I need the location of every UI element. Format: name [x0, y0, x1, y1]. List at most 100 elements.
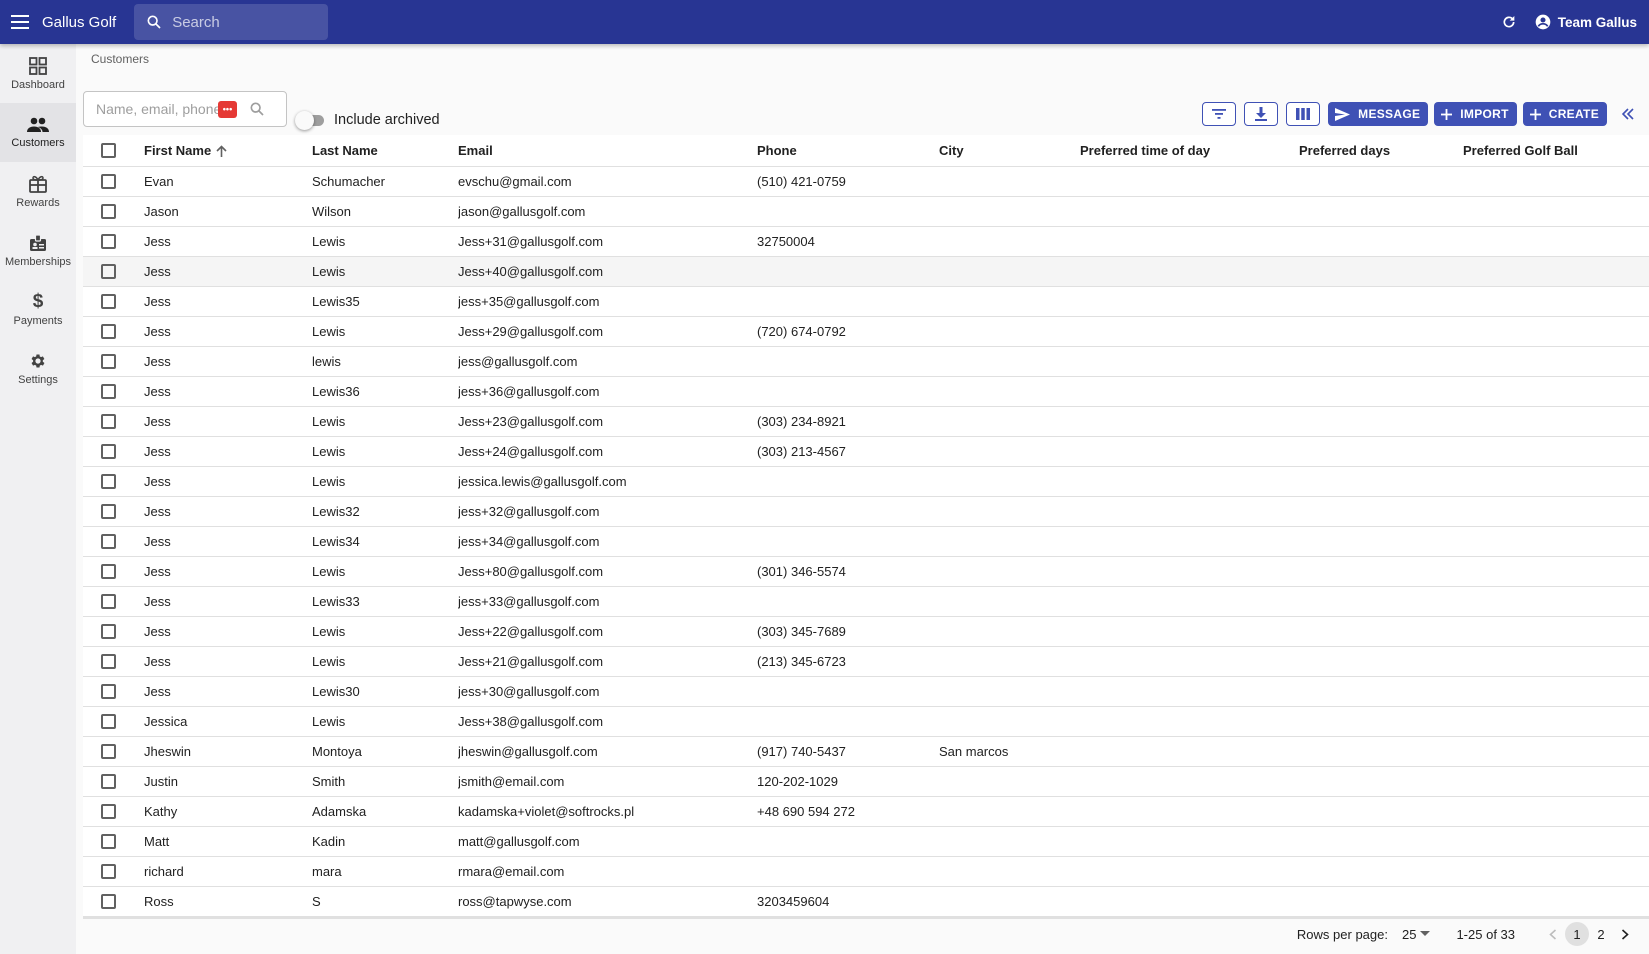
- table-row[interactable]: Jess Lewis33 jess+33@gallusgolf.com: [83, 586, 1649, 617]
- table-row[interactable]: Jess lewis jess@gallusgolf.com: [83, 346, 1649, 377]
- refresh-button[interactable]: [1493, 6, 1525, 38]
- column-header-email[interactable]: Email: [458, 135, 757, 167]
- page-button-1[interactable]: 1: [1565, 922, 1589, 946]
- sidebar-item-customers[interactable]: Customers: [0, 103, 76, 162]
- collapse-panel-button[interactable]: [1617, 102, 1639, 126]
- table-row[interactable]: Jess Lewis32 jess+32@gallusgolf.com: [83, 496, 1649, 527]
- row-checkbox[interactable]: [101, 204, 116, 220]
- search-input[interactable]: [172, 13, 313, 31]
- row-checkbox[interactable]: [101, 804, 116, 820]
- preferred-golf-ball-cell: [1463, 256, 1649, 287]
- sidebar-item-memberships[interactable]: Memberships: [0, 221, 76, 280]
- table-row[interactable]: Jess Lewis Jess+21@gallusgolf.com (213) 345…: [83, 646, 1649, 677]
- select-all-checkbox[interactable]: [101, 143, 116, 159]
- message-button[interactable]: MESSAGE: [1328, 102, 1429, 126]
- rows-per-page-select[interactable]: 25: [1401, 926, 1431, 942]
- row-checkbox[interactable]: [101, 264, 116, 280]
- row-checkbox[interactable]: [101, 174, 116, 190]
- row-checkbox[interactable]: [101, 354, 116, 370]
- page-button-2[interactable]: 2: [1589, 922, 1613, 946]
- table-row[interactable]: Jess Lewis Jess+23@gallusgolf.com (303) 234…: [83, 406, 1649, 437]
- last-name-cell: mara: [312, 856, 458, 887]
- row-checkbox[interactable]: [101, 444, 116, 460]
- columns-button[interactable]: [1286, 102, 1321, 126]
- row-checkbox[interactable]: [101, 324, 116, 340]
- table-row[interactable]: Kathy Adamska kadamska+violet@softrocks.pl…: [83, 796, 1649, 827]
- table-row[interactable]: Ross Sross@tapwyse.com 3203459604: [83, 886, 1649, 917]
- table-row[interactable]: Jess Lewis Jess+31@gallusgolf.com 32750004: [83, 226, 1649, 257]
- table-row[interactable]: Jheswin Montoya jheswin@gallusgolf.com (917…: [83, 736, 1649, 767]
- previous-page-button[interactable]: [1541, 922, 1565, 946]
- table-row[interactable]: Jess Lewis jessica.lewis@gallusgolf.com: [83, 466, 1649, 497]
- phone-cell: (303) 213-4567: [757, 436, 939, 467]
- import-button[interactable]: IMPORT: [1434, 102, 1517, 126]
- row-checkbox[interactable]: [101, 714, 116, 730]
- password-manager-badge[interactable]: •••: [218, 100, 237, 118]
- customer-filter-field[interactable]: •••: [83, 91, 287, 127]
- toggle-thumb[interactable]: [295, 110, 314, 130]
- column-header-preferred-days[interactable]: Preferred days: [1299, 135, 1463, 167]
- phone-cell: +48 690 594 272: [757, 796, 939, 827]
- row-checkbox[interactable]: [101, 414, 116, 430]
- row-checkbox[interactable]: [101, 534, 116, 550]
- table-row[interactable]: Jess Lewis30 jess+30@gallusgolf.com: [83, 676, 1649, 707]
- row-checkbox[interactable]: [101, 564, 116, 580]
- row-checkbox[interactable]: [101, 744, 116, 760]
- table-row[interactable]: Evan Schumacher evschu@gmail.com (510) 421-…: [83, 166, 1649, 197]
- filter-button[interactable]: [1202, 102, 1237, 126]
- column-header-preferred-golf-ball[interactable]: Preferred Golf Ball: [1463, 135, 1649, 167]
- email-cell: Jess+21@gallusgolf.com: [458, 646, 757, 677]
- table-row[interactable]: Jess Lewis35 jess+35@gallusgolf.com: [83, 286, 1649, 317]
- table-row[interactable]: Jess Lewis36 jess+36@gallusgolf.com: [83, 376, 1649, 407]
- table-row[interactable]: Jess Lewis Jess+24@gallusgolf.com (303) 213…: [83, 436, 1649, 467]
- menu-button[interactable]: [0, 0, 40, 44]
- table-row[interactable]: Matt Kadin matt@gallusgolf.com: [83, 826, 1649, 857]
- row-checkbox[interactable]: [101, 834, 116, 850]
- refresh-icon: [1503, 16, 1515, 28]
- user-menu[interactable]: Team Gallus: [1535, 14, 1637, 30]
- first-name-cell: Jess: [144, 616, 312, 647]
- table-row[interactable]: Jason Wilson jason@gallusgolf.com: [83, 196, 1649, 227]
- customer-filter-input[interactable]: [96, 101, 226, 117]
- sidebar-item-settings[interactable]: Settings: [0, 339, 76, 398]
- row-checkbox[interactable]: [101, 384, 116, 400]
- table-row[interactable]: Jess Lewis Jess+29@gallusgolf.com (720) 674…: [83, 316, 1649, 347]
- table-row[interactable]: Jess Lewis Jess+22@gallusgolf.com (303) 345…: [83, 616, 1649, 647]
- table-row[interactable]: Jess Lewis34 jess+34@gallusgolf.com: [83, 526, 1649, 557]
- row-checkbox[interactable]: [101, 594, 116, 610]
- next-page-button[interactable]: [1613, 922, 1637, 946]
- include-archived-toggle[interactable]: Include archived: [295, 110, 440, 130]
- column-header-first-name[interactable]: First Name: [144, 135, 312, 167]
- last-name-cell: Lewis: [312, 706, 458, 737]
- row-checkbox[interactable]: [101, 234, 116, 250]
- row-checkbox[interactable]: [101, 864, 116, 880]
- row-checkbox[interactable]: [101, 474, 116, 490]
- row-checkbox[interactable]: [101, 294, 116, 310]
- preferred-golf-ball-cell: [1463, 316, 1649, 347]
- sidebar-item-rewards[interactable]: Rewards: [0, 162, 76, 221]
- first-name-cell: Jess: [144, 286, 312, 317]
- global-search[interactable]: [134, 4, 329, 40]
- create-button[interactable]: CREATE: [1522, 102, 1607, 126]
- preferred-time-cell: [1080, 436, 1299, 467]
- sidebar-item-dashboard[interactable]: Dashboard: [0, 44, 76, 103]
- row-checkbox[interactable]: [101, 654, 116, 670]
- table-row[interactable]: Jess Lewis Jess+40@gallusgolf.com: [83, 256, 1649, 287]
- table-row[interactable]: Jess Lewis Jess+80@gallusgolf.com (301) 346…: [83, 556, 1649, 587]
- column-header-preferred-time[interactable]: Preferred time of day: [1080, 135, 1299, 167]
- sidebar-item-payments[interactable]: $ Payments: [0, 280, 76, 339]
- export-button[interactable]: [1244, 102, 1279, 126]
- row-checkbox[interactable]: [101, 684, 116, 700]
- table-row[interactable]: Justin Smith jsmith@email.com 120-202-1029: [83, 766, 1649, 797]
- row-checkbox[interactable]: [101, 894, 116, 910]
- column-header-last-name[interactable]: Last Name: [312, 135, 458, 167]
- column-header-phone[interactable]: Phone: [757, 135, 939, 167]
- column-header-city[interactable]: City: [939, 135, 1080, 167]
- toggle-track[interactable]: [295, 110, 324, 130]
- table-row[interactable]: Jessica Lewis Jess+38@gallusgolf.com: [83, 706, 1649, 737]
- table-row[interactable]: richard mara rmara@email.com: [83, 856, 1649, 887]
- row-checkbox[interactable]: [101, 624, 116, 640]
- row-checkbox[interactable]: [101, 774, 116, 790]
- row-checkbox[interactable]: [101, 504, 116, 520]
- rows-per-page-value: 25: [1401, 926, 1417, 942]
